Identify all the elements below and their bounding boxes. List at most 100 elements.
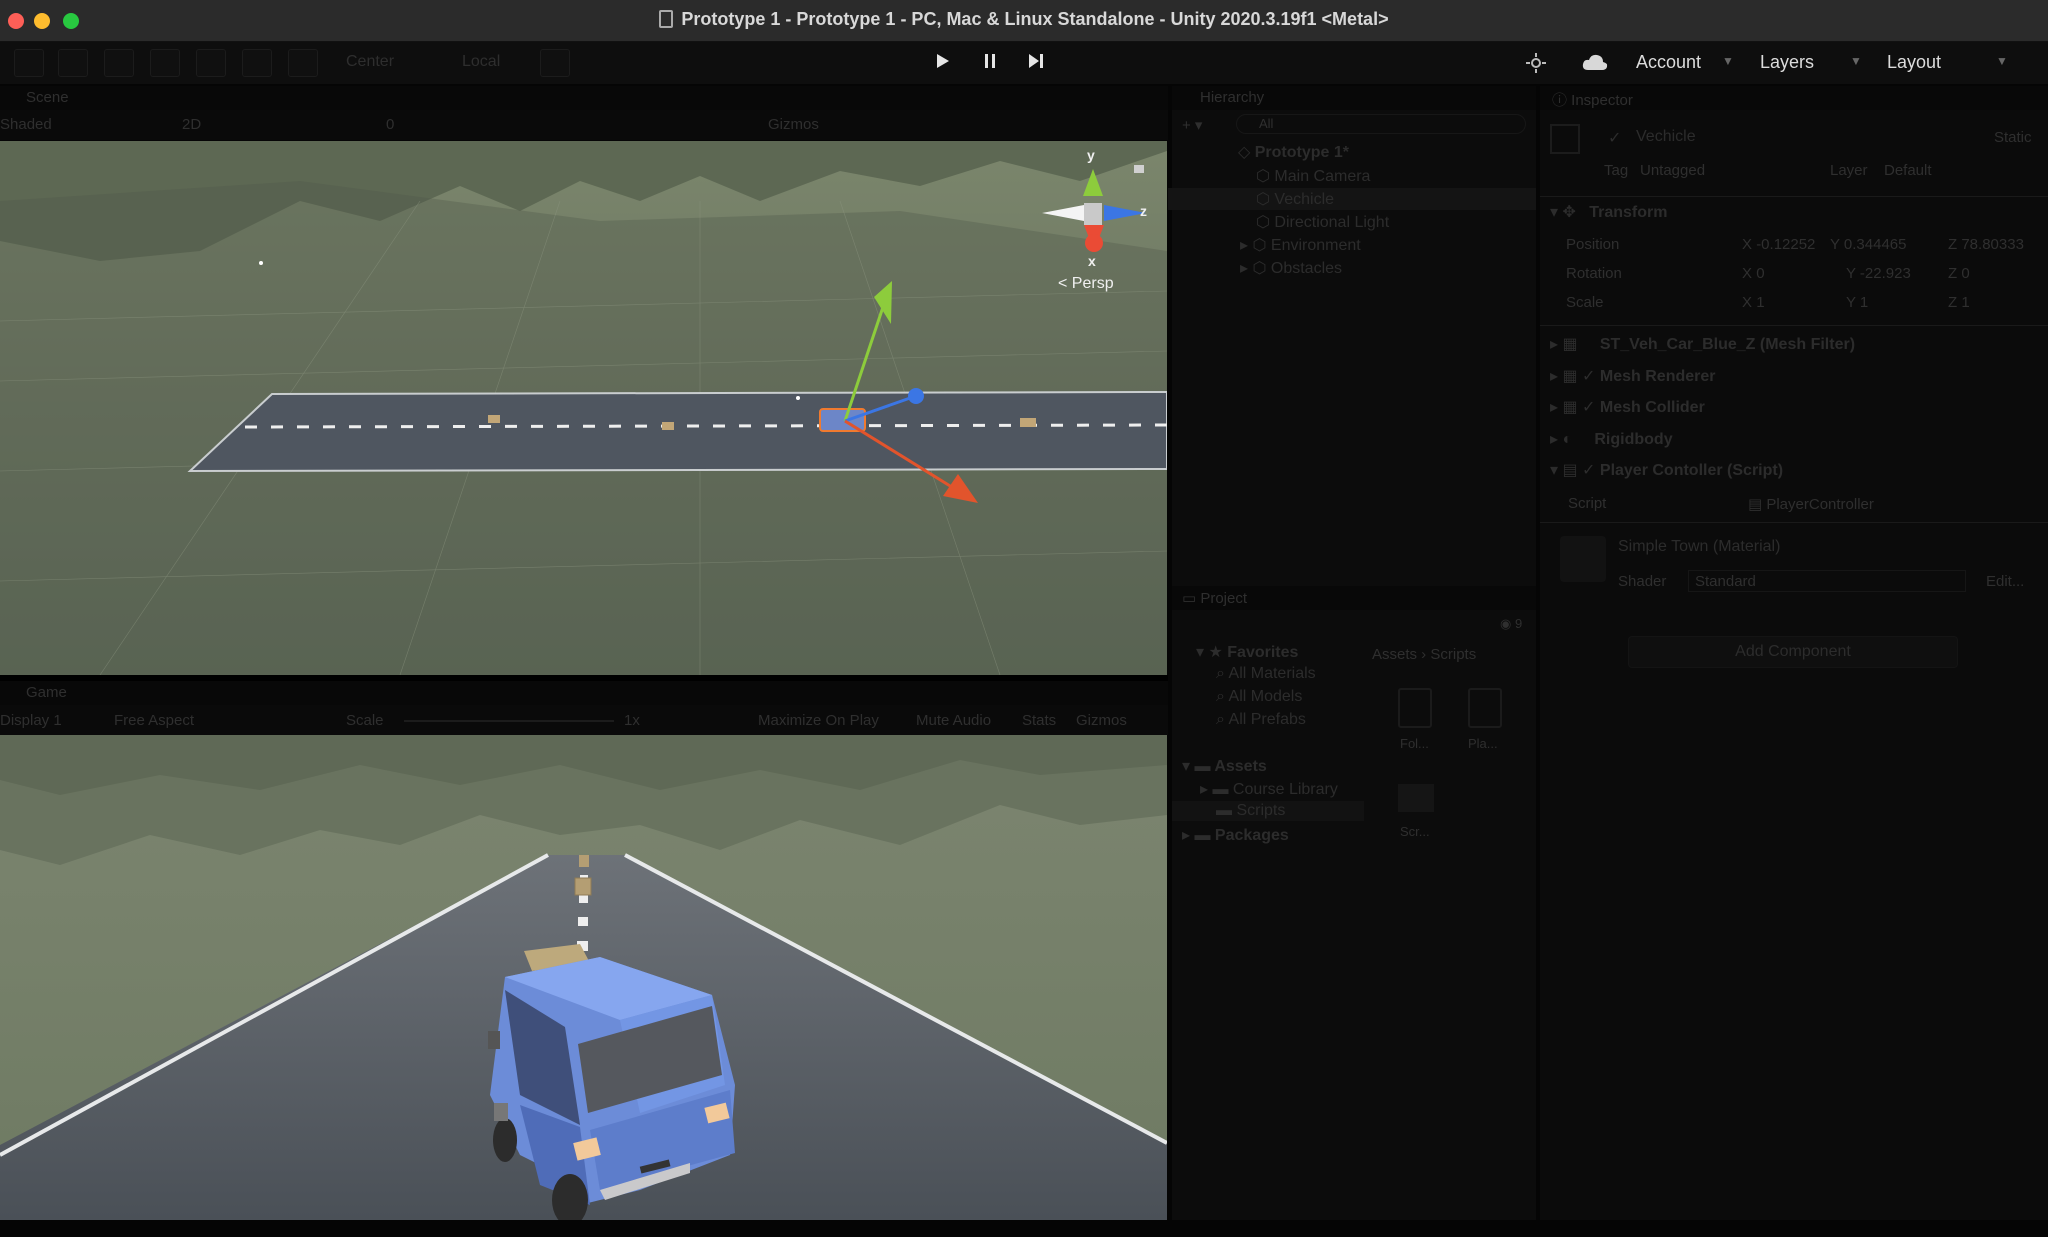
scale-y-field[interactable]: Y 1 <box>1846 294 1868 311</box>
pivot-center-toggle[interactable]: Center <box>346 53 394 71</box>
component-transform-header[interactable]: ▾ ✥ Transform <box>1550 202 1667 222</box>
project-packages-folder[interactable]: ▸ ▬ Packages <box>1182 825 1289 845</box>
custom-tool-button[interactable] <box>288 49 318 77</box>
material-name[interactable]: Simple Town (Material) <box>1618 538 1780 556</box>
folder-scripts[interactable]: ▬ Scripts <box>1216 802 1285 820</box>
scene-gizmos-dropdown[interactable]: Gizmos <box>768 116 819 133</box>
tab-scene[interactable]: Scene <box>26 89 69 106</box>
component-mesh-renderer-header[interactable]: ▸ ▦ ✓ Mesh Renderer <box>1550 366 1715 386</box>
mute-audio-toggle[interactable]: Mute Audio <box>916 712 991 729</box>
play-icon <box>937 54 949 68</box>
game-gizmos-toggle[interactable]: Gizmos <box>1076 712 1127 729</box>
obstacle-crate[interactable] <box>574 877 592 896</box>
collab-button[interactable] <box>1525 52 1547 79</box>
step-icon <box>1029 54 1043 68</box>
component-mesh-collider-header[interactable]: ▸ ▦ ✓ Mesh Collider <box>1550 397 1705 417</box>
move-tool-button[interactable] <box>58 49 88 77</box>
script-file-icon[interactable] <box>1468 688 1502 728</box>
maximize-on-play-toggle[interactable]: Maximize On Play <box>758 712 879 729</box>
gizmo-axis-z[interactable]: z <box>1140 203 1147 219</box>
static-toggle[interactable]: Static <box>1994 129 2032 146</box>
add-component-button[interactable]: Add Component <box>1628 636 1958 668</box>
rect-tool-button[interactable] <box>196 49 226 77</box>
grid-snap-button[interactable] <box>540 49 570 77</box>
cloud-button[interactable] <box>1582 53 1608 76</box>
tab-game[interactable]: Game <box>26 684 67 701</box>
obstacle-crate[interactable] <box>662 422 674 430</box>
scale-label: Scale <box>346 712 384 729</box>
hierarchy-add-button[interactable]: + ▾ <box>1182 116 1202 134</box>
layout-dropdown[interactable]: Layout <box>1887 52 1941 73</box>
component-player-controller-header[interactable]: ▾ ▤ ✓ Player Contoller (Script) <box>1550 460 1783 480</box>
script-file-icon[interactable] <box>1398 688 1432 728</box>
scale-slider[interactable] <box>404 720 614 722</box>
gameobject-active-checkbox[interactable]: ✓ <box>1608 128 1621 148</box>
tab-inspector[interactable]: ⓘ Inspector <box>1552 89 1633 110</box>
hand-tool-button[interactable] <box>14 49 44 77</box>
transform-tool-button[interactable] <box>242 49 272 77</box>
obstacle-crate[interactable] <box>488 415 500 423</box>
hierarchy-item-directional-light[interactable]: ⬡ Directional Light <box>1256 212 1389 232</box>
shading-mode-dropdown[interactable]: Shaded <box>0 116 52 133</box>
hierarchy-item-vechicle[interactable]: ⬡ Vechicle <box>1256 189 1334 209</box>
toggle-2d-button[interactable]: 2D <box>182 116 201 133</box>
hidden-packages-badge[interactable]: ◉ 9 <box>1500 616 1522 632</box>
stats-toggle[interactable]: Stats <box>1022 712 1056 729</box>
scale-x-field[interactable]: X 1 <box>1742 294 1765 311</box>
pivot-local-toggle[interactable]: Local <box>462 53 500 71</box>
rotation-z-field[interactable]: Z 0 <box>1948 265 1970 282</box>
favorite-all-materials[interactable]: ⌕ All Materials <box>1216 665 1316 683</box>
folder-course-library[interactable]: ▸ ▬ Course Library <box>1200 779 1338 799</box>
hierarchy-search-input[interactable]: All <box>1236 114 1526 134</box>
folder-icon[interactable] <box>1398 784 1434 812</box>
hierarchy-item-environment[interactable]: ▸ ⬡ Environment <box>1240 235 1361 255</box>
component-title: ST_Veh_Car_Blue_Z (Mesh Filter) <box>1599 336 1856 353</box>
play-button[interactable] <box>923 50 963 76</box>
display-dropdown[interactable]: Display 1 <box>0 712 62 729</box>
shader-dropdown[interactable]: Standard <box>1688 570 1966 592</box>
shader-edit-button[interactable]: Edit... <box>1986 573 2024 590</box>
obstacle-crate[interactable] <box>579 855 589 867</box>
tab-project[interactable]: ▭ Project <box>1182 589 1247 607</box>
rotation-y-field[interactable]: Y -22.923 <box>1846 265 1911 282</box>
account-dropdown[interactable]: Account <box>1636 52 1701 73</box>
hidden-layers-count[interactable]: 0 <box>386 116 394 133</box>
layer-dropdown[interactable]: Default <box>1884 162 1932 179</box>
rotate-tool-button[interactable] <box>104 49 134 77</box>
breadcrumb-scripts[interactable]: Scripts <box>1430 646 1476 663</box>
scale-z-field[interactable]: Z 1 <box>1948 294 1970 311</box>
gizmo-axis-x[interactable]: x <box>1088 253 1096 269</box>
perspective-icon: < <box>1058 275 1068 292</box>
component-mesh-filter-header[interactable]: ▸ ▦ ST_Veh_Car_Blue_Z (Mesh Filter) <box>1550 334 1855 354</box>
hierarchy-item-label: Environment <box>1270 237 1361 254</box>
aspect-dropdown[interactable]: Free Aspect <box>114 712 194 729</box>
perspective-toggle[interactable]: < Persp <box>1058 275 1114 293</box>
chevron-down-icon: ▼ <box>1996 54 2008 68</box>
hierarchy-item-obstacles[interactable]: ▸ ⬡ Obstacles <box>1240 258 1342 278</box>
pause-button[interactable] <box>970 50 1010 76</box>
layers-dropdown[interactable]: Layers <box>1760 52 1814 73</box>
gameobject-name-field[interactable]: Vechicle <box>1636 128 1696 146</box>
tab-hierarchy[interactable]: Hierarchy <box>1200 89 1264 106</box>
scale-tool-button[interactable] <box>150 49 180 77</box>
tag-dropdown[interactable]: Untagged <box>1640 162 1705 179</box>
scene-viewport[interactable]: y x z < Persp <box>0 141 1167 675</box>
step-button[interactable] <box>1016 50 1056 76</box>
script-field[interactable]: ▤ PlayerController <box>1748 495 1874 513</box>
favorite-all-models[interactable]: ⌕ All Models <box>1216 688 1302 706</box>
obstacle-crate[interactable] <box>1020 418 1036 427</box>
breadcrumb-assets[interactable]: Assets <box>1372 646 1417 663</box>
component-rigidbody-header[interactable]: ▸ ◐ Rigidbody <box>1550 429 1673 449</box>
gizmo-axis-y[interactable]: y <box>1087 147 1095 163</box>
favorite-all-prefabs[interactable]: ⌕ All Prefabs <box>1216 711 1306 729</box>
field-value: 1 <box>1859 294 1869 311</box>
hierarchy-scene-root[interactable]: ◇ Prototype 1* <box>1238 142 1349 162</box>
project-favorites[interactable]: ▾ ★ Favorites <box>1196 642 1298 662</box>
game-viewport[interactable] <box>0 735 1167 1220</box>
position-z-field[interactable]: Z 78.80333 <box>1948 236 2024 253</box>
project-assets-folder[interactable]: ▾ ▬ Assets <box>1182 756 1267 776</box>
hierarchy-item-main-camera[interactable]: ⬡ Main Camera <box>1256 166 1370 186</box>
rotation-x-field[interactable]: X 0 <box>1742 265 1765 282</box>
position-y-field[interactable]: Y 0.344465 <box>1830 236 1906 253</box>
position-x-field[interactable]: X -0.12252 <box>1742 236 1815 253</box>
